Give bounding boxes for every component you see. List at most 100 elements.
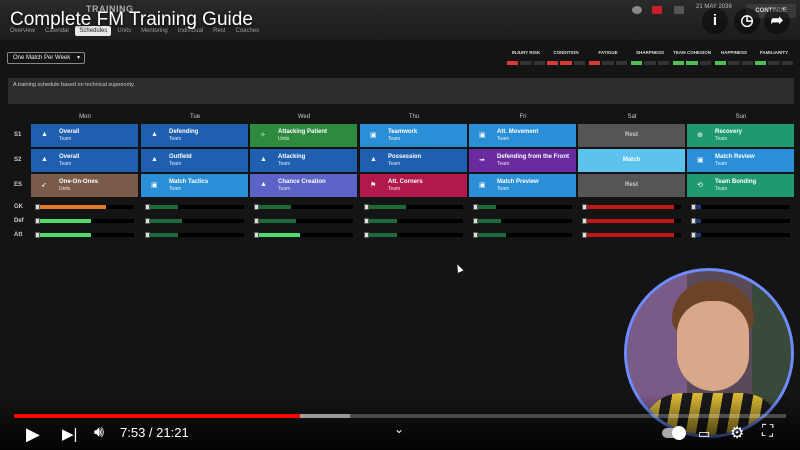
settings-icon[interactable]: ⚙ xyxy=(730,423,744,443)
globe-icon[interactable] xyxy=(632,6,642,14)
session-type: Team xyxy=(59,161,72,167)
training-session-cell[interactable]: ▲ Defending Team xyxy=(141,124,248,147)
next-icon[interactable]: ▶| xyxy=(62,425,77,443)
workload-checkbox[interactable] xyxy=(364,232,369,238)
workload-checkbox[interactable] xyxy=(145,218,150,224)
training-session-cell[interactable]: ▣ Teamwork Team xyxy=(360,124,467,147)
workload-fill xyxy=(40,205,107,209)
inbox-icon[interactable] xyxy=(674,6,684,14)
training-session-cell[interactable]: ✧ Attacking Patient Units xyxy=(250,124,357,147)
training-session-cell[interactable]: ▲ Chance Creation Team xyxy=(250,174,357,197)
workload-fill xyxy=(40,219,91,223)
workload-checkbox[interactable] xyxy=(254,204,259,210)
session-name: Defending from the Front xyxy=(497,154,569,160)
share-icon[interactable]: ➦ xyxy=(764,8,790,34)
metric-label: SHARPNESS xyxy=(635,50,664,55)
progress-bar[interactable] xyxy=(14,414,786,418)
workload-checkbox[interactable] xyxy=(364,204,369,210)
workload-checkbox[interactable] xyxy=(473,218,478,224)
workload-fill xyxy=(478,233,506,237)
workload-checkbox[interactable] xyxy=(145,232,150,238)
training-session-cell[interactable]: ▲ Overall Team xyxy=(31,124,138,147)
workload-checkbox[interactable] xyxy=(254,232,259,238)
session-label-s1: S1 xyxy=(14,132,22,138)
training-session-cell[interactable]: ⚑ Att. Corners Team xyxy=(360,174,467,197)
session-name: Match Review xyxy=(715,154,755,160)
cone-icon: ▲ xyxy=(41,156,48,163)
session-type: Team xyxy=(497,161,510,167)
training-session-cell[interactable]: Rest xyxy=(578,174,685,197)
session-name: Attacking Patient xyxy=(278,129,328,135)
training-session-cell[interactable]: ➟ Defending from the Front Team xyxy=(469,149,576,172)
workload-checkbox[interactable] xyxy=(691,232,696,238)
play-icon[interactable]: ▶ xyxy=(26,424,40,445)
metric-label: TEAM COHESION xyxy=(672,50,711,55)
training-session-cell[interactable]: Rest xyxy=(578,124,685,147)
autoplay-toggle[interactable] xyxy=(662,426,686,440)
club-flag-icon xyxy=(652,6,662,14)
workload-checkbox[interactable] xyxy=(582,232,587,238)
workload-checkbox[interactable] xyxy=(35,204,40,210)
metric-injury-risk: INJURY RISK xyxy=(504,50,548,65)
session-name: Overall xyxy=(59,154,80,160)
cone-icon: ▲ xyxy=(151,131,158,138)
workload-bar xyxy=(254,218,353,224)
workload-checkbox[interactable] xyxy=(473,204,478,210)
training-session-cell[interactable]: ▲ Possession Team xyxy=(360,149,467,172)
workload-checkbox[interactable] xyxy=(691,218,696,224)
schedule-dropdown[interactable]: One Match Per Week ▾ xyxy=(7,52,85,64)
session-type: Team xyxy=(388,186,401,192)
session-name: Match xyxy=(622,157,641,163)
training-session-cell[interactable]: ▣ Match Review Team xyxy=(687,149,794,172)
workload-fill xyxy=(478,219,501,223)
training-session-cell[interactable]: ▣ Att. Movement Team xyxy=(469,124,576,147)
whistle-icon: ➶ xyxy=(41,182,47,189)
training-session-cell[interactable]: ▣ Match Tactics Team xyxy=(141,174,248,197)
watch-later-icon[interactable]: ◷ xyxy=(734,8,760,34)
workload-checkbox[interactable] xyxy=(582,218,587,224)
mouse-cursor-icon xyxy=(454,263,464,273)
workload-fill xyxy=(259,233,301,237)
training-session-cell[interactable]: ▲ Outfield Team xyxy=(141,149,248,172)
training-session-cell[interactable]: ▲ Attacking Team xyxy=(250,149,357,172)
workload-fill xyxy=(696,219,701,223)
metric-bar-segment xyxy=(631,61,643,65)
workload-bar xyxy=(364,204,463,210)
fullscreen-icon[interactable]: ⛶ xyxy=(762,423,773,441)
training-session-cell[interactable]: Match xyxy=(578,149,685,172)
training-session-cell[interactable]: ➶ One-On-Ones Units xyxy=(31,174,138,197)
cone-icon: ▲ xyxy=(370,156,377,163)
workload-bar xyxy=(582,218,681,224)
workload-checkbox[interactable] xyxy=(145,204,150,210)
info-icon[interactable]: i xyxy=(702,8,728,34)
metric-bar-segment xyxy=(547,61,559,65)
session-name: Defending xyxy=(169,129,199,135)
training-session-cell[interactable]: ⟲ Team Bonding Team xyxy=(687,174,794,197)
workload-checkbox[interactable] xyxy=(691,204,696,210)
volume-icon[interactable]: 🔊︎ xyxy=(94,424,104,442)
workload-fill xyxy=(369,219,397,223)
workload-fill xyxy=(478,205,497,209)
training-session-cell[interactable]: ▲ Overall Team xyxy=(31,149,138,172)
metric-happiness: HAPPINESS xyxy=(712,50,756,65)
metric-bar-segment xyxy=(728,61,740,65)
workload-bar xyxy=(145,204,244,210)
workload-checkbox[interactable] xyxy=(473,232,478,238)
metric-bar-segment xyxy=(781,61,793,65)
chevron-down-icon[interactable]: ⌄ xyxy=(394,422,404,436)
cone-icon: ▲ xyxy=(151,156,158,163)
video-title[interactable]: Complete FM Training Guide xyxy=(10,9,253,31)
workload-checkbox[interactable] xyxy=(254,218,259,224)
subtitles-icon[interactable]: ▭ xyxy=(698,426,710,442)
workload-checkbox[interactable] xyxy=(35,232,40,238)
workload-checkbox[interactable] xyxy=(582,204,587,210)
training-session-cell[interactable]: ▣ Match Preview Team xyxy=(469,174,576,197)
workload-checkbox[interactable] xyxy=(35,218,40,224)
metric-bar xyxy=(547,61,585,65)
metric-familiarity: FAMILIARITY xyxy=(752,50,796,65)
workload-checkbox[interactable] xyxy=(364,218,369,224)
metric-label: HAPPINESS xyxy=(720,50,747,55)
training-session-cell[interactable]: ⊕ Recovery Team xyxy=(687,124,794,147)
workload-bar xyxy=(35,204,134,210)
session-label-es: ES xyxy=(14,182,23,188)
